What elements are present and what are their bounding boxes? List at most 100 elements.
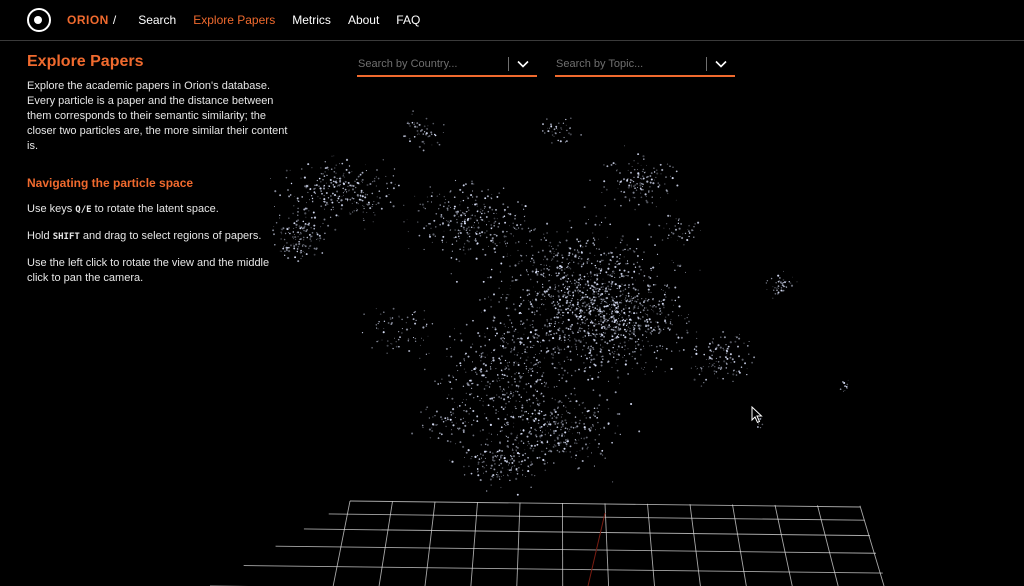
- paper-particle[interactable]: [447, 220, 450, 223]
- paper-particle[interactable]: [619, 181, 622, 184]
- paper-particle[interactable]: [312, 211, 315, 214]
- paper-particle[interactable]: [316, 238, 317, 240]
- paper-particle[interactable]: [590, 334, 592, 336]
- paper-particle[interactable]: [711, 364, 714, 367]
- paper-particle[interactable]: [450, 229, 452, 230]
- paper-particle[interactable]: [513, 422, 515, 424]
- paper-particle[interactable]: [302, 250, 304, 252]
- paper-particle[interactable]: [508, 307, 510, 309]
- paper-particle[interactable]: [554, 410, 557, 413]
- paper-particle[interactable]: [547, 386, 549, 388]
- paper-particle[interactable]: [464, 457, 465, 458]
- paper-particle[interactable]: [500, 470, 502, 472]
- paper-particle[interactable]: [646, 314, 648, 315]
- paper-particle[interactable]: [481, 374, 484, 377]
- paper-particle[interactable]: [700, 367, 703, 370]
- paper-particle[interactable]: [650, 269, 652, 271]
- paper-particle[interactable]: [726, 354, 728, 356]
- paper-particle[interactable]: [534, 363, 537, 365]
- paper-particle[interactable]: [342, 187, 344, 190]
- paper-particle[interactable]: [427, 136, 429, 138]
- paper-particle[interactable]: [619, 342, 621, 344]
- paper-particle[interactable]: [623, 341, 626, 344]
- paper-particle[interactable]: [568, 430, 570, 432]
- paper-particle[interactable]: [593, 340, 595, 342]
- paper-particle[interactable]: [508, 462, 510, 464]
- paper-particle[interactable]: [375, 176, 377, 178]
- paper-particle[interactable]: [493, 212, 495, 214]
- paper-particle[interactable]: [717, 366, 720, 370]
- paper-particle[interactable]: [637, 338, 640, 340]
- paper-particle[interactable]: [543, 423, 546, 426]
- paper-particle[interactable]: [549, 295, 550, 297]
- paper-particle[interactable]: [598, 434, 600, 436]
- paper-particle[interactable]: [560, 426, 563, 428]
- paper-particle[interactable]: [552, 337, 555, 340]
- paper-particle[interactable]: [308, 233, 311, 236]
- paper-particle[interactable]: [553, 316, 556, 319]
- paper-particle[interactable]: [386, 344, 389, 347]
- paper-particle[interactable]: [379, 313, 382, 315]
- paper-particle[interactable]: [633, 196, 636, 199]
- paper-particle[interactable]: [585, 320, 587, 322]
- paper-particle[interactable]: [643, 251, 645, 253]
- paper-particle[interactable]: [521, 469, 524, 471]
- paper-particle[interactable]: [551, 252, 552, 254]
- paper-particle[interactable]: [505, 347, 507, 349]
- paper-particle[interactable]: [579, 308, 581, 311]
- paper-particle[interactable]: [345, 168, 348, 171]
- paper-particle[interactable]: [684, 318, 686, 320]
- paper-particle[interactable]: [540, 345, 542, 347]
- paper-particle[interactable]: [464, 354, 466, 356]
- paper-particle[interactable]: [416, 134, 418, 136]
- paper-particle[interactable]: [634, 300, 637, 303]
- paper-particle[interactable]: [562, 321, 564, 323]
- paper-particle[interactable]: [451, 243, 454, 246]
- paper-particle[interactable]: [609, 259, 612, 261]
- paper-particle[interactable]: [595, 336, 597, 338]
- paper-particle[interactable]: [310, 236, 312, 238]
- paper-particle[interactable]: [603, 319, 606, 322]
- paper-particle[interactable]: [701, 370, 703, 372]
- paper-particle[interactable]: [323, 218, 326, 221]
- paper-particle[interactable]: [394, 337, 395, 339]
- paper-particle[interactable]: [502, 216, 505, 218]
- paper-particle[interactable]: [513, 426, 515, 428]
- paper-particle[interactable]: [582, 262, 585, 265]
- paper-particle[interactable]: [464, 183, 467, 186]
- paper-particle[interactable]: [521, 352, 523, 354]
- paper-particle[interactable]: [671, 310, 674, 313]
- paper-particle[interactable]: [471, 456, 473, 458]
- paper-particle[interactable]: [559, 267, 561, 270]
- paper-particle[interactable]: [375, 185, 377, 187]
- paper-particle[interactable]: [295, 226, 297, 229]
- paper-particle[interactable]: [649, 285, 652, 287]
- paper-particle[interactable]: [746, 345, 749, 347]
- paper-particle[interactable]: [332, 206, 334, 209]
- paper-particle[interactable]: [654, 283, 657, 286]
- paper-particle[interactable]: [557, 407, 559, 409]
- paper-particle[interactable]: [679, 265, 681, 267]
- paper-particle[interactable]: [377, 177, 380, 180]
- paper-particle[interactable]: [476, 242, 479, 245]
- paper-particle[interactable]: [437, 437, 440, 439]
- paper-particle[interactable]: [652, 283, 655, 286]
- paper-particle[interactable]: [468, 235, 471, 238]
- paper-particle[interactable]: [356, 209, 359, 211]
- paper-particle[interactable]: [614, 309, 616, 311]
- paper-particle[interactable]: [505, 424, 507, 427]
- paper-particle[interactable]: [462, 226, 465, 229]
- paper-particle[interactable]: [561, 265, 562, 266]
- paper-particle[interactable]: [603, 164, 605, 166]
- paper-particle[interactable]: [497, 411, 499, 412]
- paper-particle[interactable]: [388, 194, 390, 195]
- paper-particle[interactable]: [665, 176, 667, 178]
- paper-particle[interactable]: [526, 418, 529, 421]
- paper-particle[interactable]: [440, 215, 443, 218]
- paper-particle[interactable]: [525, 365, 527, 368]
- paper-particle[interactable]: [540, 437, 542, 439]
- paper-particle[interactable]: [668, 234, 670, 236]
- paper-particle[interactable]: [588, 260, 590, 262]
- paper-particle[interactable]: [566, 288, 567, 290]
- paper-particle[interactable]: [569, 412, 571, 415]
